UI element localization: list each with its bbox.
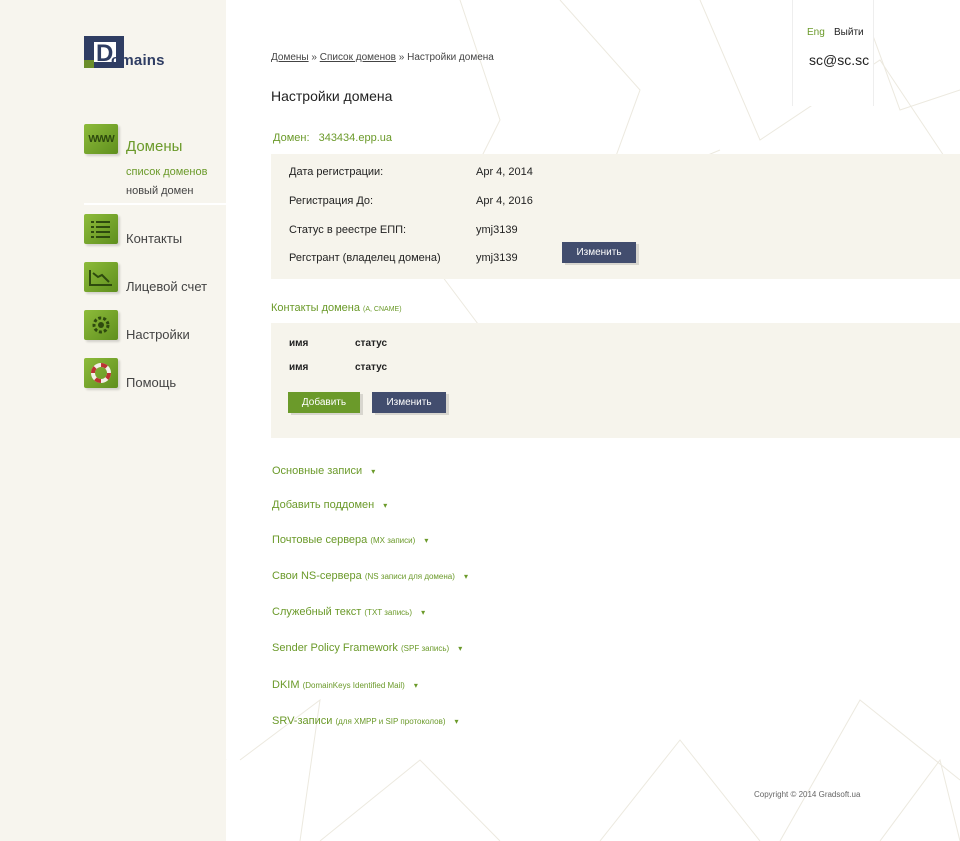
info-label: Дата регистрации: [289,166,384,178]
chevron-down-icon: ▾ [383,501,388,510]
accordion-note: (TXT запись) [364,608,412,617]
accordion-main-records[interactable]: Основные записи ▾ [272,465,375,477]
www-icon: WWW [84,124,118,154]
accordion-add-subdomain[interactable]: Добавить поддомен ▾ [272,499,387,511]
accordion-title: Свои NS-сервера [272,570,362,582]
info-label: Регстрант (владелец домена) [289,252,441,264]
accordion-srv-records[interactable]: SRV-записи (для XMPP и SIP протоколов) ▾ [272,715,459,727]
page-title: Настройки домена [271,88,393,104]
chevron-down-icon: ▾ [463,572,468,581]
accordion-title: Почтовые сервера [272,534,368,546]
accordion-note: (SPF запись) [401,644,450,653]
sidebar-item-label: Домены [126,138,183,155]
chevron-down-icon: ▾ [424,536,429,545]
accordion-note: (NS записи для домена) [364,572,455,581]
accordion-ns-records[interactable]: Свои NS-сервера (NS записи для домена) ▾ [272,570,468,582]
contacts-section-title: Контакты домена (A, CNAME) [271,302,402,314]
info-row: Регстрант (владелец домена) ymj3139 [289,252,518,264]
gear-icon [84,310,118,340]
info-value: ymj3139 [476,224,518,236]
chevron-down-icon: ▾ [421,608,426,617]
breadcrumb-domain-list[interactable]: Список доменов [320,52,396,63]
list-icon [84,214,118,244]
logout-link[interactable]: Выйти [834,27,864,38]
accordion-title: Основные записи [272,465,363,477]
sidebar-item-label: Контакты [126,231,183,246]
accordion-title: DKIM [272,679,300,691]
accordion-mx-records[interactable]: Почтовые сервера (MX записи) ▾ [272,534,428,546]
domain-label: Домен: [273,132,310,144]
domain-info-panel: Дата регистрации: Apr 4, 2014 Регистраци… [271,154,960,279]
contact-name: имя [289,362,309,373]
breadcrumb-current: Настройки домена [407,52,494,63]
info-row: Статус в реестре ЕПП: ymj3139 [289,224,518,236]
info-label: Статус в реестре ЕПП: [289,224,407,236]
contacts-panel: имя статус имя статус Добавить Изменить [271,323,960,438]
main-content: Eng Выйти sc@sc.sc Домены » Список домен… [226,0,960,841]
sidebar-item-label: Помощь [126,375,177,390]
language-link[interactable]: Eng [807,27,825,38]
lifebuoy-icon [84,358,118,388]
sidebar-subitem-new-domain[interactable]: новый домен [126,185,193,197]
logo-accent [84,60,94,68]
contact-row: имя статус [289,362,387,373]
contact-status: статус [355,338,388,349]
breadcrumb-domains[interactable]: Домены [271,52,309,63]
chart-icon [84,262,118,292]
edit-registrant-button[interactable]: Изменить [562,242,636,263]
contact-name: имя [289,338,309,349]
sidebar: D omains WWW Домены список доменов новый… [0,0,226,841]
info-value: Apr 4, 2016 [476,195,533,207]
contacts-title-note: (A, CNAME) [363,306,402,313]
divider [84,203,226,205]
accordion-note: (для XMPP и SIP протоколов) [335,717,446,726]
copyright: Copyright © 2014 Gradsoft.ua [754,790,861,799]
chevron-down-icon: ▾ [454,717,459,726]
accordion-title: Служебный текст [272,606,362,618]
accordion-dkim-records[interactable]: DKIM (DomainKeys Identified Mail) ▾ [272,679,418,691]
chevron-down-icon: ▾ [458,644,463,653]
logo[interactable]: D omains [84,36,174,70]
info-value: Apr 4, 2014 [476,166,533,178]
accordion-title: Sender Policy Framework [272,642,398,654]
info-value: ymj3139 [476,252,518,264]
breadcrumb-separator: » [311,52,317,63]
accordion-spf-records[interactable]: Sender Policy Framework (SPF запись) ▾ [272,642,462,654]
contacts-title: Контакты домена [271,302,360,314]
info-label: Регистрация До: [289,195,374,207]
sidebar-item-label: Настройки [126,327,190,342]
user-email: sc@sc.sc [809,52,870,68]
domain-name-line: Домен: 343434.epp.ua [273,132,398,144]
accordion-note: (MX записи) [370,536,416,545]
info-row: Регистрация До: Apr 4, 2016 [289,195,533,207]
accordion-note: (DomainKeys Identified Mail) [302,681,405,690]
domain-name: 343434.epp.ua [318,132,392,144]
accordion-txt-records[interactable]: Служебный текст (TXT запись) ▾ [272,606,425,618]
accordion-title: SRV-записи [272,715,333,727]
add-contact-button[interactable]: Добавить [288,392,360,413]
accordion-title: Добавить поддомен [272,499,375,511]
sidebar-subitem-domain-list[interactable]: список доменов [126,166,207,178]
info-row: Дата регистрации: Apr 4, 2014 [289,166,533,178]
chevron-down-icon: ▾ [371,467,376,476]
edit-contact-button[interactable]: Изменить [372,392,446,413]
breadcrumb-separator: » [398,52,405,63]
chevron-down-icon: ▾ [413,681,418,690]
sidebar-item-label: Лицевой счет [126,279,208,294]
breadcrumb: Домены » Список доменов » Настройки доме… [271,52,494,63]
contact-row: имя статус [289,338,387,349]
contact-status: статус [355,362,388,373]
logo-text: omains [111,52,165,69]
